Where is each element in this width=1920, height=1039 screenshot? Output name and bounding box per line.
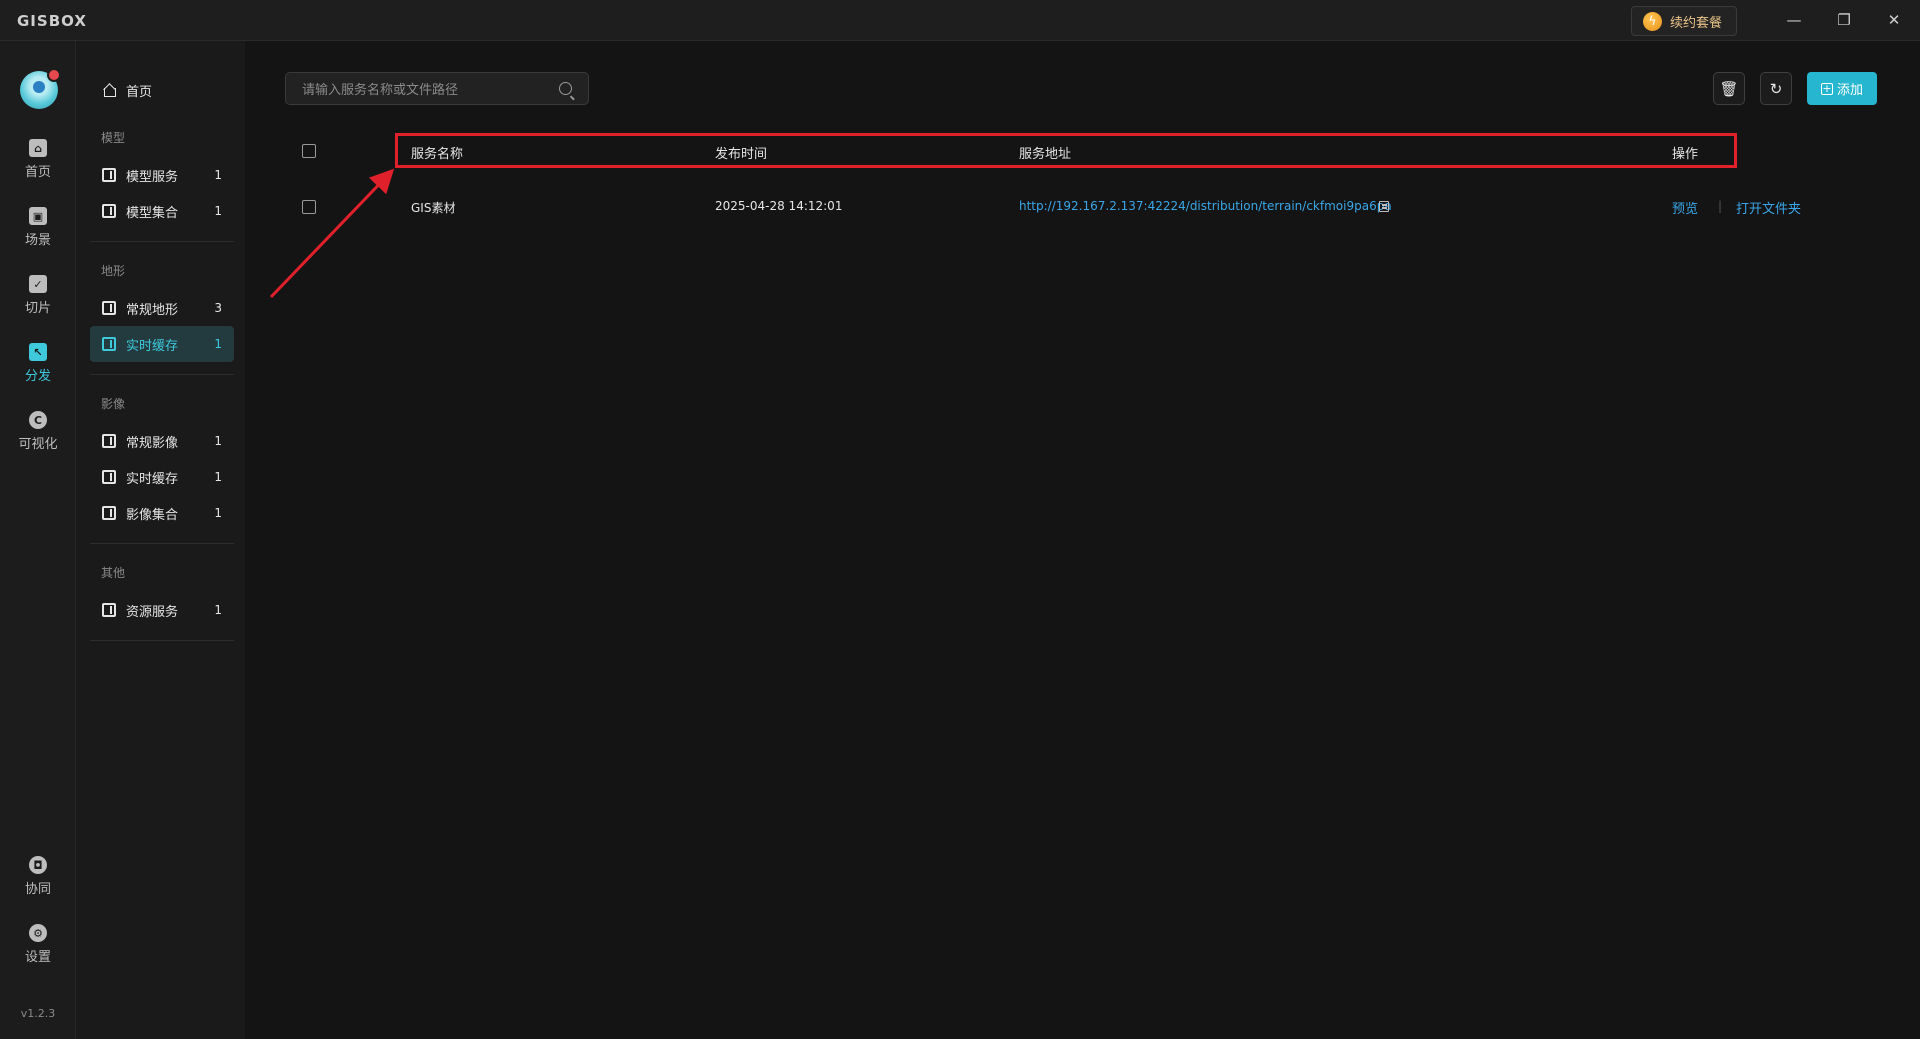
home-icon bbox=[102, 83, 116, 97]
item-count: 1 bbox=[214, 470, 222, 484]
search-icon[interactable] bbox=[559, 82, 572, 95]
sidebar-item-imagery-cache[interactable]: 实时缓存 1 bbox=[90, 459, 234, 495]
preview-link[interactable]: 预览 bbox=[1672, 198, 1698, 217]
service-url-link[interactable]: http://192.167.2.137:42224/distribution/… bbox=[1019, 199, 1392, 213]
add-button[interactable]: + 添加 bbox=[1807, 72, 1877, 105]
sidebar-item-model-collection[interactable]: 模型集合 1 bbox=[90, 193, 234, 229]
renew-plan-label: 续约套餐 bbox=[1670, 15, 1723, 31]
notification-badge bbox=[47, 68, 61, 82]
divider bbox=[90, 374, 234, 375]
item-count: 1 bbox=[214, 603, 222, 617]
rail-item-label: 协同 bbox=[24, 882, 51, 897]
refresh-icon: ↻ bbox=[1769, 79, 1783, 98]
home-icon: ⌂ bbox=[29, 139, 47, 157]
sidebar-item-terrain-cache[interactable]: 实时缓存 1 bbox=[90, 326, 234, 362]
app-logo: GISBOX bbox=[17, 12, 87, 30]
model-icon bbox=[102, 204, 116, 218]
minimize-icon[interactable]: — bbox=[1784, 10, 1804, 30]
terrain-icon bbox=[102, 337, 116, 351]
select-all-checkbox[interactable] bbox=[302, 144, 316, 158]
lock-icon: ◘ bbox=[29, 856, 47, 874]
rail-item-label: 切片 bbox=[24, 301, 51, 316]
sidebar-item-label: 常规地形 bbox=[126, 302, 179, 318]
resource-icon bbox=[102, 603, 116, 617]
rail-item-label: 可视化 bbox=[18, 437, 58, 452]
version-label: v1.2.3 bbox=[20, 1007, 56, 1020]
rail-item-label: 首页 bbox=[24, 165, 51, 180]
left-rail: ⌂ 首页 ▣ 场景 ✓ 切片 ↖ 分发 C 可视化 ◘ 协同 ⚙ 设置 v1.2… bbox=[0, 41, 76, 1039]
rail-item-collaborate[interactable]: ◘ 协同 bbox=[0, 856, 76, 910]
item-count: 1 bbox=[214, 204, 222, 218]
open-folder-link[interactable]: 打开文件夹 bbox=[1736, 198, 1801, 217]
section-title-other: 其他 bbox=[101, 566, 126, 580]
item-count: 3 bbox=[214, 301, 222, 315]
item-count: 1 bbox=[214, 168, 222, 182]
divider bbox=[90, 543, 234, 544]
sidebar-item-imagery-collection[interactable]: 影像集合 1 bbox=[90, 495, 234, 531]
scene-icon: ▣ bbox=[29, 207, 47, 225]
sidebar-item-label: 常规影像 bbox=[126, 435, 179, 451]
rail-item-home[interactable]: ⌂ 首页 bbox=[0, 139, 76, 193]
search-placeholder: 请输入服务名称或文件路径 bbox=[302, 83, 459, 98]
divider bbox=[90, 241, 234, 242]
add-label: 添加 bbox=[1836, 83, 1863, 98]
rail-item-slice[interactable]: ✓ 切片 bbox=[0, 275, 76, 329]
title-bar: GISBOX ϟ 续约套餐 — ❐ ✕ bbox=[0, 0, 1920, 41]
sidebar-item-home[interactable]: 首页 bbox=[90, 72, 234, 108]
gear-icon: ⚙ bbox=[29, 924, 47, 942]
renew-plan-button[interactable]: ϟ 续约套餐 bbox=[1631, 6, 1737, 36]
restore-icon[interactable]: ❐ bbox=[1834, 10, 1854, 30]
annotation-highlight-box bbox=[395, 133, 1737, 168]
slice-icon: ✓ bbox=[29, 275, 47, 293]
action-separator: | bbox=[1718, 199, 1723, 213]
terrain-icon bbox=[102, 301, 116, 315]
distribute-icon: ↖ bbox=[29, 343, 47, 361]
item-count: 1 bbox=[214, 337, 222, 351]
delete-button[interactable]: 🗑 bbox=[1713, 72, 1745, 105]
rail-item-label: 分发 bbox=[24, 369, 51, 384]
sidebar-item-label: 模型集合 bbox=[126, 205, 179, 221]
model-icon bbox=[102, 168, 116, 182]
plus-icon: + bbox=[1820, 81, 1833, 95]
copy-icon[interactable] bbox=[1379, 201, 1389, 212]
rail-item-visualize[interactable]: C 可视化 bbox=[0, 411, 76, 465]
sidebar-item-label: 模型服务 bbox=[126, 169, 179, 185]
sidebar-item-terrain-regular[interactable]: 常规地形 3 bbox=[90, 290, 234, 326]
visualize-icon: C bbox=[29, 411, 47, 429]
lightning-icon: ϟ bbox=[1643, 11, 1662, 31]
avatar[interactable] bbox=[20, 68, 61, 109]
rail-item-label: 场景 bbox=[24, 233, 51, 248]
sidebar-item-label: 首页 bbox=[126, 84, 153, 100]
section-title-imagery: 影像 bbox=[101, 397, 126, 411]
user-icon bbox=[33, 81, 45, 93]
annotation-arrow bbox=[269, 168, 395, 299]
rail-item-distribute[interactable]: ↖ 分发 bbox=[0, 343, 76, 397]
sidebar-item-imagery-regular[interactable]: 常规影像 1 bbox=[90, 423, 234, 459]
trash-icon: 🗑 bbox=[1719, 79, 1739, 98]
rail-item-label: 设置 bbox=[24, 950, 51, 965]
search-input[interactable]: 请输入服务名称或文件路径 bbox=[285, 72, 589, 105]
rail-item-scene[interactable]: ▣ 场景 bbox=[0, 207, 76, 261]
sidebar-item-label: 影像集合 bbox=[126, 507, 179, 523]
sidebar-item-resource-service[interactable]: 资源服务 1 bbox=[90, 592, 234, 628]
imagery-icon bbox=[102, 470, 116, 484]
sidebar-item-model-service[interactable]: 模型服务 1 bbox=[90, 157, 234, 193]
rail-item-settings[interactable]: ⚙ 设置 bbox=[0, 924, 76, 978]
sidebar-item-label: 实时缓存 bbox=[126, 338, 179, 354]
sidebar-item-label: 资源服务 bbox=[126, 604, 179, 620]
item-count: 1 bbox=[214, 434, 222, 448]
section-title-model: 模型 bbox=[101, 131, 126, 145]
publish-time: 2025-04-28 14:12:01 bbox=[715, 199, 843, 213]
item-count: 1 bbox=[214, 506, 222, 520]
divider bbox=[90, 640, 234, 641]
service-name: GIS素材 bbox=[411, 201, 456, 215]
section-title-terrain: 地形 bbox=[101, 264, 126, 278]
refresh-button[interactable]: ↻ bbox=[1760, 72, 1792, 105]
close-icon[interactable]: ✕ bbox=[1884, 10, 1904, 30]
secondary-sidebar: 首页 模型 模型服务 1 模型集合 1 地形 常规地形 3 实时缓存 1 影像 … bbox=[76, 41, 245, 1039]
sidebar-item-label: 实时缓存 bbox=[126, 471, 179, 487]
imagery-icon bbox=[102, 506, 116, 520]
imagery-icon bbox=[102, 434, 116, 448]
